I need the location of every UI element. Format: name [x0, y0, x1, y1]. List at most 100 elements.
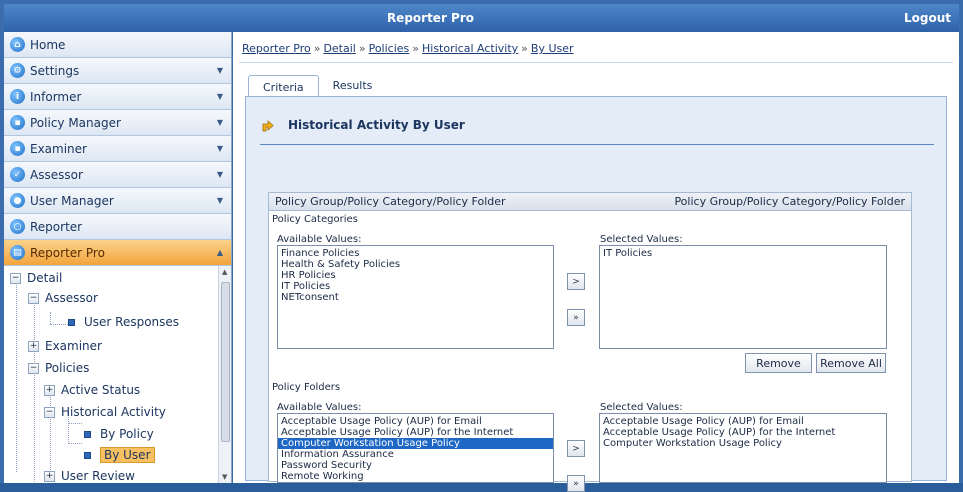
- list-item[interactable]: Acceptable Usage Policy (AUP) for Email: [603, 416, 883, 427]
- chevron-down-icon[interactable]: ▼: [217, 196, 223, 205]
- tree-node-by-policy[interactable]: By Policy: [84, 424, 154, 444]
- tab-results[interactable]: Results: [319, 74, 387, 98]
- sidebar-item-home[interactable]: ⌂ Home: [4, 32, 231, 58]
- collapse-icon[interactable]: −: [44, 406, 55, 418]
- examiner-icon: ▪: [10, 141, 25, 156]
- list-item[interactable]: IT Policies: [281, 281, 550, 292]
- remove-all-button[interactable]: Remove All: [816, 353, 886, 373]
- move-all-folders-button[interactable]: »: [567, 475, 585, 492]
- sidebar-item-reporter[interactable]: ○ Reporter: [4, 214, 231, 240]
- breadcrumb-separator: »: [412, 42, 419, 55]
- categories-selected-list[interactable]: IT Policies: [599, 245, 887, 349]
- expand-icon[interactable]: +: [28, 340, 39, 352]
- collapse-icon[interactable]: −: [28, 292, 39, 304]
- app-title: Reporter Pro: [386, 11, 474, 25]
- criteria-panel: Historical Activity By User Policy Group…: [245, 96, 947, 492]
- remove-button[interactable]: Remove: [745, 353, 812, 373]
- scroll-thumb[interactable]: [221, 282, 230, 442]
- list-item[interactable]: Remote Working: [281, 471, 550, 482]
- breadcrumb-link[interactable]: Policies: [369, 42, 410, 55]
- chevron-up-icon[interactable]: ▲: [217, 248, 223, 257]
- breadcrumb-link[interactable]: Detail: [323, 42, 355, 55]
- leaf-icon: [84, 430, 91, 438]
- move-all-categories-button[interactable]: »: [567, 309, 585, 326]
- chevron-down-icon[interactable]: ▼: [217, 92, 223, 101]
- sidebar-item-informer[interactable]: i Informer ▼: [4, 84, 231, 110]
- breadcrumb-separator: »: [521, 42, 528, 55]
- list-item[interactable]: HR Policies: [281, 270, 550, 281]
- chevron-down-icon[interactable]: ▼: [217, 66, 223, 75]
- chevron-down-icon[interactable]: ▼: [217, 144, 223, 153]
- panel-title: Historical Activity By User: [288, 118, 465, 132]
- folders-available-label: Available Values:: [277, 402, 362, 413]
- scroll-up-icon[interactable]: ▲: [222, 268, 227, 276]
- tree-scrollbar[interactable]: ▲ ▼: [218, 266, 231, 483]
- sidebar-item-label: Examiner: [30, 141, 87, 156]
- list-item[interactable]: Health & Safety Policies: [281, 259, 550, 270]
- tree-node-assessor[interactable]: − Assessor: [28, 288, 98, 308]
- sidebar-item-label: Policy Manager: [30, 115, 121, 130]
- tab-bar: Criteria Results: [248, 74, 387, 99]
- reporter-pro-icon: ▤: [10, 245, 25, 260]
- tree-node-examiner[interactable]: + Examiner: [28, 336, 102, 356]
- group-header-right: Policy Group/Policy Category/Policy Fold…: [674, 195, 905, 208]
- info-icon: i: [10, 89, 25, 104]
- list-item[interactable]: IT Policies: [603, 248, 883, 259]
- sidebar-item-label: User Manager: [30, 193, 114, 208]
- list-item[interactable]: Computer Workstation Usage Policy: [603, 438, 883, 449]
- sidebar: ⌂ Home ⚙ Settings ▼ i Informer ▼ ▪ Policy Manager…: [4, 32, 232, 483]
- list-item[interactable]: Computer Workstation Usage Policy: [278, 438, 553, 449]
- tree-node-active-status[interactable]: + Active Status: [44, 380, 140, 400]
- policy-manager-icon: ▪: [10, 115, 25, 130]
- tree-node-user-review[interactable]: + User Review: [44, 466, 135, 483]
- breadcrumb-separator: »: [358, 42, 366, 55]
- tree-node-user-responses[interactable]: User Responses: [68, 312, 179, 332]
- folders-selected-list[interactable]: Acceptable Usage Policy (AUP) for Email A…: [599, 413, 887, 483]
- list-item[interactable]: Finance Policies: [281, 248, 550, 259]
- sidebar-item-settings[interactable]: ⚙ Settings ▼: [4, 58, 231, 84]
- sidebar-item-reporter-pro[interactable]: ▤ Reporter Pro ▲: [4, 240, 231, 266]
- list-item[interactable]: NETconsent: [281, 292, 550, 303]
- home-icon: ⌂: [10, 37, 25, 52]
- title-bar: Reporter Pro Logout: [4, 4, 959, 32]
- list-item[interactable]: Information Assurance: [281, 449, 550, 460]
- leaf-icon: [84, 451, 91, 459]
- chevron-down-icon[interactable]: ▼: [217, 118, 223, 127]
- list-item[interactable]: Acceptable Usage Policy (AUP) for the In…: [281, 427, 550, 438]
- scroll-down-icon[interactable]: ▼: [222, 473, 227, 481]
- sidebar-item-label: Assessor: [30, 167, 83, 182]
- collapse-icon[interactable]: −: [28, 362, 39, 374]
- list-item[interactable]: Acceptable Usage Policy (AUP) for Email: [281, 416, 550, 427]
- breadcrumb: Reporter Pro» Detail» Policies» Historical …: [242, 42, 574, 55]
- chevron-down-icon[interactable]: ▼: [217, 170, 223, 179]
- tree-node-policies[interactable]: − Policies: [28, 358, 89, 378]
- list-item[interactable]: Acceptable Usage Policy (AUP) for the In…: [603, 427, 883, 438]
- sidebar-item-label: Settings: [30, 63, 80, 78]
- navigation-tree: − Detail − Assessor User Responses + Exa…: [4, 266, 231, 483]
- list-item[interactable]: Password Security: [281, 460, 550, 471]
- move-selected-folder-button[interactable]: >: [567, 440, 585, 457]
- move-selected-category-button[interactable]: >: [567, 273, 585, 290]
- sidebar-nav: ⌂ Home ⚙ Settings ▼ i Informer ▼ ▪ Policy Manager…: [4, 32, 231, 266]
- expand-icon[interactable]: +: [44, 384, 55, 396]
- breadcrumb-link[interactable]: Historical Activity: [422, 42, 518, 55]
- logout-link[interactable]: Logout: [904, 11, 951, 25]
- expand-icon[interactable]: +: [44, 470, 55, 482]
- breadcrumb-link[interactable]: Reporter Pro: [242, 42, 311, 55]
- tree-node-detail[interactable]: − Detail: [10, 268, 62, 288]
- folders-available-list[interactable]: Acceptable Usage Policy (AUP) for Email A…: [277, 413, 554, 483]
- categories-available-list[interactable]: Finance Policies Health & Safety Policies…: [277, 245, 554, 349]
- sidebar-item-assessor[interactable]: ✓ Assessor ▼: [4, 162, 231, 188]
- tree-node-historical-activity[interactable]: − Historical Activity: [44, 402, 166, 422]
- policy-group-box: Policy Group/Policy Category/Policy Fold…: [268, 192, 912, 492]
- categories-selected-label: Selected Values:: [600, 234, 683, 245]
- panel-header: Historical Activity By User: [260, 117, 465, 133]
- sidebar-item-policy-manager[interactable]: ▪ Policy Manager ▼: [4, 110, 231, 136]
- folders-selected-label: Selected Values:: [600, 402, 683, 413]
- app-frame: Reporter Pro Logout ⌂ Home ⚙ Settings ▼ i Info…: [0, 0, 963, 492]
- breadcrumb-link[interactable]: By User: [531, 42, 574, 55]
- collapse-icon[interactable]: −: [10, 272, 21, 284]
- sidebar-item-examiner[interactable]: ▪ Examiner ▼: [4, 136, 231, 162]
- tree-node-by-user[interactable]: By User: [84, 445, 155, 465]
- sidebar-item-user-manager[interactable]: ● User Manager ▼: [4, 188, 231, 214]
